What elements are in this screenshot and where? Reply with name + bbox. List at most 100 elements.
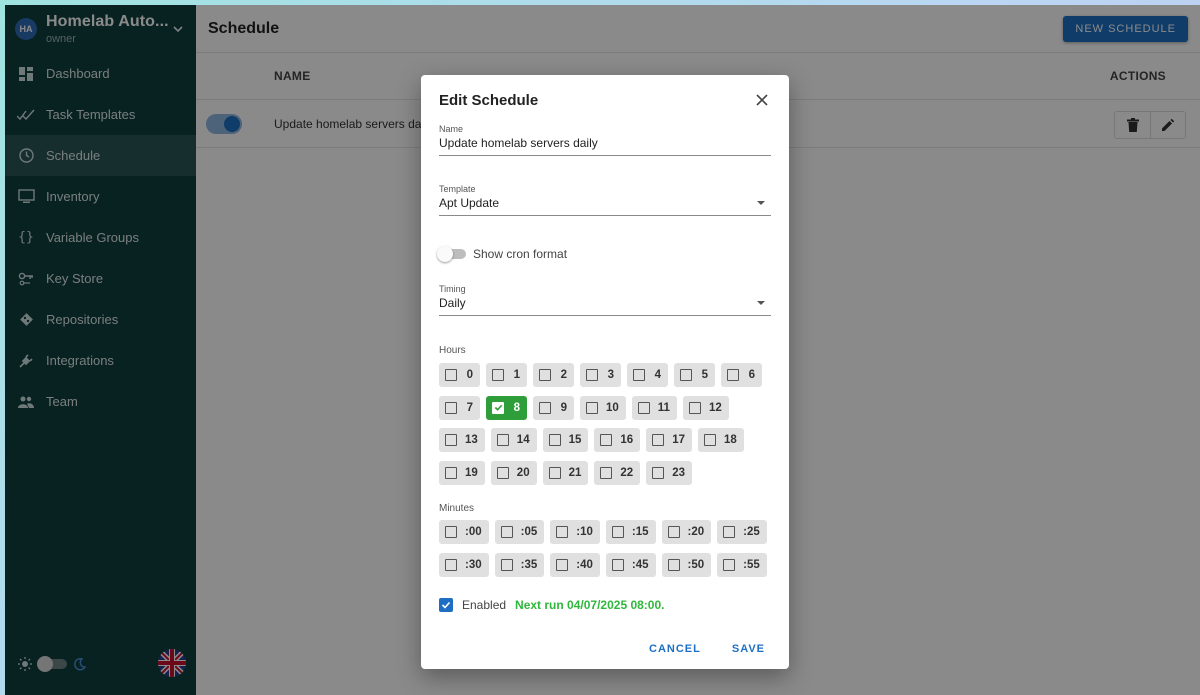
hours-chip[interactable]: 20 [490, 460, 537, 485]
enabled-checkbox[interactable] [439, 598, 453, 612]
minutes-label: Minutes [439, 503, 475, 514]
cron-format-toggle[interactable]: Show cron format [437, 246, 567, 262]
hours-chip[interactable]: 6 [721, 363, 762, 387]
hours-chip[interactable]: 11 [631, 395, 677, 420]
hours-chip[interactable]: 19 [439, 460, 485, 485]
hours-value: 14 [516, 434, 530, 446]
minutes-chip[interactable]: :25 [717, 520, 767, 544]
hours-chip[interactable]: 8 [486, 395, 527, 420]
hours-value: 21 [568, 466, 582, 479]
minutes-chip[interactable]: :40 [550, 552, 600, 577]
checkbox-icon [445, 466, 457, 479]
hours-value: 4 [654, 369, 661, 381]
minutes-value: :35 [520, 558, 538, 571]
hours-value: 19 [465, 466, 478, 479]
hours-row: 13 14 15 16 17 18 [439, 428, 779, 452]
hours-chip[interactable]: 23 [646, 460, 692, 485]
hours-chip[interactable]: 4 [627, 363, 668, 387]
dropdown-caret-icon [757, 301, 765, 305]
enabled-label: Enabled [462, 598, 507, 612]
hours-value: 12 [708, 401, 722, 414]
hours-chip[interactable]: 17 [646, 428, 692, 452]
dropdown-caret-icon [757, 201, 765, 205]
timing-select[interactable]: Timing Daily [439, 284, 771, 316]
hours-grid: 0 1 2 3 4 5 6 7 8 9 10 11 12 13 14 15 16 17 18 19 20 21 22 23 [439, 363, 779, 493]
hours-chip[interactable]: 2 [533, 363, 574, 387]
hours-chip[interactable]: 3 [580, 363, 621, 387]
minutes-value: :40 [576, 558, 593, 571]
hours-value: 3 [607, 369, 614, 381]
template-select[interactable]: Template Apt Update [439, 184, 771, 216]
hours-value: 0 [466, 369, 473, 381]
checkbox-icon [680, 369, 692, 381]
hours-chip[interactable]: 22 [594, 460, 641, 485]
minutes-value: :25 [743, 526, 760, 538]
close-icon[interactable] [755, 93, 769, 107]
timing-value: Daily [439, 296, 466, 310]
checkbox-icon [600, 434, 613, 446]
checkbox-icon [496, 434, 509, 446]
cancel-button[interactable]: CANCEL [649, 643, 701, 655]
minutes-chip[interactable]: :15 [605, 520, 656, 544]
enabled-row: Enabled Next run 04/07/2025 08:00. [439, 598, 664, 612]
checkbox-icon [556, 526, 569, 538]
minutes-chip[interactable]: :00 [439, 520, 489, 544]
minutes-chip[interactable]: :55 [717, 552, 767, 577]
minutes-value: :50 [687, 558, 705, 571]
hours-chip[interactable]: 15 [542, 428, 589, 452]
hours-value: 11 [657, 401, 670, 414]
checkbox-icon [500, 558, 513, 571]
minutes-chip[interactable]: :35 [494, 552, 545, 577]
app-window: HA Homelab Auto... owner Dashboard Task T… [5, 5, 1200, 695]
minutes-row: :30 :35 :40 :45 :50 :55 [439, 552, 779, 577]
hours-chip[interactable]: 10 [580, 395, 626, 420]
hours-value: 5 [701, 369, 708, 381]
minutes-value: :45 [631, 558, 649, 571]
hours-chip[interactable]: 16 [594, 428, 641, 452]
hours-value: 22 [620, 466, 634, 479]
hours-value: 10 [606, 401, 619, 414]
hours-value: 13 [465, 434, 478, 446]
checkbox-icon [611, 526, 624, 538]
name-input[interactable]: Update homelab servers daily [439, 136, 771, 155]
minutes-chip[interactable]: :05 [494, 520, 545, 544]
edit-schedule-dialog: Edit Schedule Name Update homelab server… [421, 75, 789, 669]
checkbox-icon [652, 466, 665, 479]
checkbox-icon [633, 369, 645, 381]
checkbox-icon [611, 558, 624, 571]
hours-row: 7 8 9 10 11 12 [439, 395, 779, 420]
hours-value: 2 [560, 369, 567, 381]
name-field[interactable]: Name Update homelab servers daily [439, 124, 771, 156]
hours-value: 23 [672, 466, 685, 479]
hours-row: 0 1 2 3 4 5 6 [439, 363, 779, 387]
timing-label: Timing [439, 284, 466, 294]
minutes-row: :00:05:10:15:20 :25 [439, 520, 779, 544]
hours-chip[interactable]: 18 [697, 428, 744, 452]
minutes-chip[interactable]: :10 [550, 520, 600, 544]
hours-value: 15 [568, 434, 582, 446]
checkbox-icon [723, 558, 736, 571]
checkbox-icon [600, 466, 613, 479]
save-button[interactable]: SAVE [732, 643, 765, 655]
minutes-chip[interactable]: :20 [661, 520, 712, 544]
hours-chip[interactable]: 12 [682, 395, 729, 420]
hours-chip[interactable]: 0 [439, 363, 480, 387]
hours-chip[interactable]: 13 [439, 428, 485, 452]
minutes-grid: :00:05:10:15:20 :25 :30 :35 :40 :45 :50 :55 [439, 520, 779, 585]
minutes-value: :30 [465, 558, 482, 571]
hours-chip[interactable]: 21 [542, 460, 589, 485]
cron-switch[interactable] [437, 246, 466, 262]
checkbox-icon [496, 466, 509, 479]
minutes-chip[interactable]: :50 [661, 552, 712, 577]
checkbox-checked-icon [492, 401, 504, 414]
hours-chip[interactable]: 9 [533, 395, 574, 420]
minutes-chip[interactable]: :45 [605, 552, 656, 577]
hours-chip[interactable]: 7 [439, 395, 480, 420]
hours-chip[interactable]: 14 [490, 428, 537, 452]
hours-chip[interactable]: 5 [674, 363, 715, 387]
minutes-chip[interactable]: :30 [439, 552, 489, 577]
checkbox-icon [667, 526, 680, 538]
checkbox-icon [723, 526, 736, 538]
hours-value: 6 [748, 369, 755, 381]
hours-chip[interactable]: 1 [486, 363, 527, 387]
